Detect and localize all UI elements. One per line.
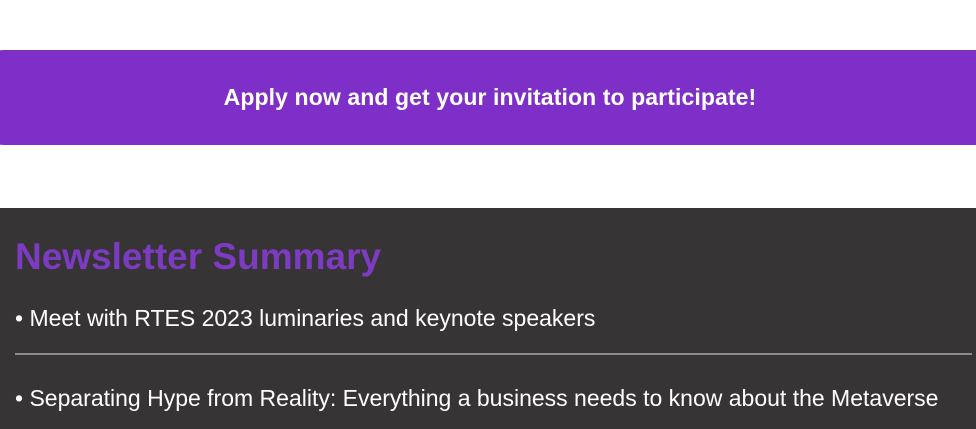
summary-item[interactable]: • Meet with RTES 2023 luminaries and key… bbox=[15, 303, 950, 333]
apply-now-label: Apply now and get your invitation to par… bbox=[223, 84, 757, 110]
email-page: Apply now and get your invitation to par… bbox=[0, 0, 976, 429]
newsletter-summary-panel: Newsletter Summary • Meet with RTES 2023… bbox=[0, 208, 976, 429]
apply-now-button[interactable]: Apply now and get your invitation to par… bbox=[0, 50, 976, 145]
newsletter-summary-title: Newsletter Summary bbox=[15, 236, 382, 277]
summary-item[interactable]: • Separating Hype from Reality: Everythi… bbox=[15, 383, 950, 413]
summary-divider bbox=[15, 353, 972, 355]
